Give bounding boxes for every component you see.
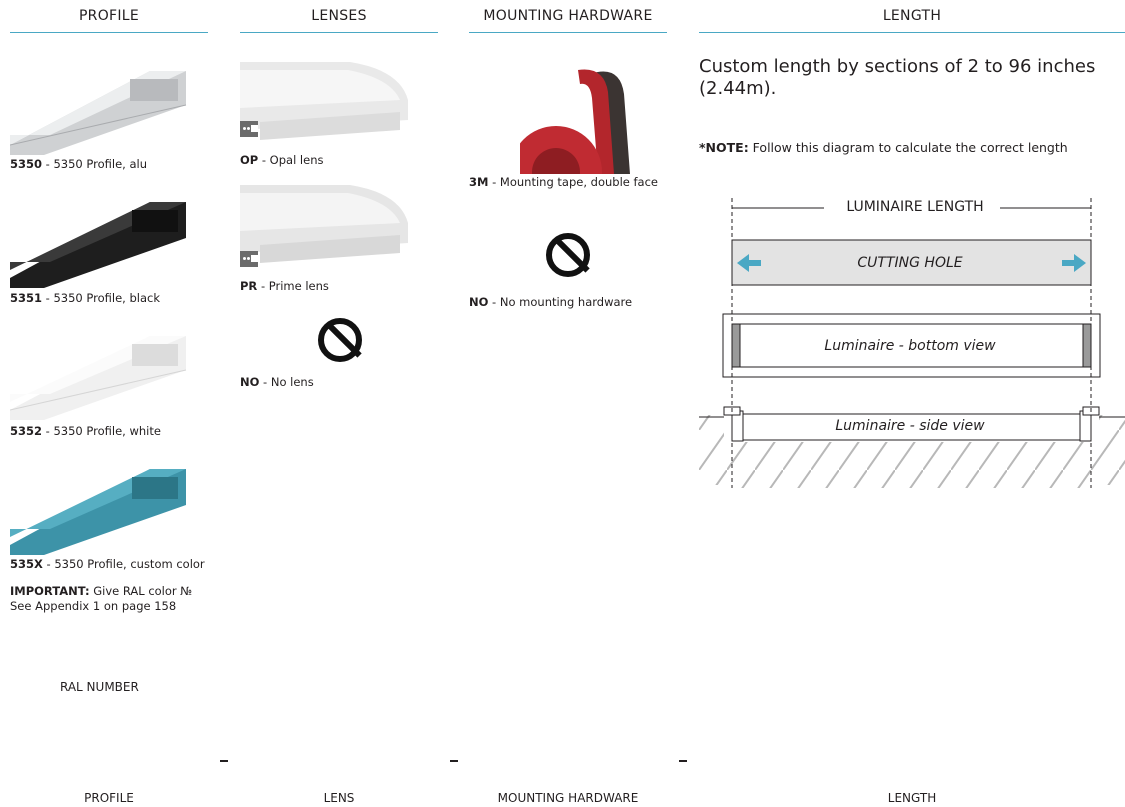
ral-number-label: RAL NUMBER [60,680,139,694]
mounting-tape-desc: - Mounting tape, double face [488,175,658,189]
length-description: Custom length by sections of 2 to 96 inc… [699,56,1096,99]
important-label: IMPORTANT: [10,584,90,598]
opal-lens-caption: OP - Opal lens [240,153,323,167]
cutting-hole-label: CUTTING HOLE [857,255,963,271]
profile-custom-caption: 535X - 5350 Profile, custom color [10,557,205,571]
important-note: IMPORTANT: Give RAL color № [10,584,192,598]
footer-lens-label: LENS [323,791,355,805]
important-text: Give RAL color № [89,584,193,598]
bottom-view-endcap-left [731,323,741,368]
side-view-label: Luminaire - side view [835,418,985,434]
profile-black-image [10,202,186,288]
profile-black-code: 5351 [10,291,43,305]
no-mounting-prohibited-icon [546,233,590,277]
separator-dash-2 [450,760,458,762]
profile-custom-desc: - 5350 Profile, custom color [42,557,205,571]
length-note-text: Follow this diagram to calculate the cor… [748,140,1068,155]
no-lens-caption: NO - No lens [240,375,314,389]
no-lens-code: NO [240,375,260,389]
length-column-title: LENGTH [882,8,942,24]
important-appendix: See Appendix 1 on page 158 [10,599,177,613]
profile-custom-color-image [10,469,186,555]
profile-alu-desc: - 5350 Profile, alu [42,157,147,171]
prime-lens-caption: PR - Prime lens [240,279,329,293]
profile-alu-image [10,71,187,155]
profile-custom-code: 535X [10,557,43,571]
profile-white-code: 5352 [10,424,43,438]
mounting-tape-image [520,69,630,174]
prime-lens-desc: - Prime lens [257,279,329,293]
no-mounting-caption: NO - No mounting hardware [469,295,632,309]
profile-alu-code: 5350 [10,157,43,171]
mounting-column-title: MOUNTING HARDWARE [483,8,653,24]
profile-black-desc: - 5350 Profile, black [42,291,160,305]
bottom-view-endcap-right [1082,323,1092,368]
lenses-column-title: LENSES [311,8,367,24]
footer-mounting-label: MOUNTING HARDWARE [497,791,639,805]
no-mounting-desc: - No mounting hardware [488,295,633,309]
mounting-column-rule [469,32,667,33]
bottom-view-label: Luminaire - bottom view [824,338,996,354]
separator-dash-3 [679,760,687,762]
opal-lens-code: OP [240,153,259,167]
profile-white-image [10,336,187,420]
profile-column-title: PROFILE [78,8,140,24]
mounting-tape-code: 3M [469,175,489,189]
mounting-tape-caption: 3M - Mounting tape, double face [469,175,658,189]
footer-length-label: LENGTH [887,791,937,805]
prime-lens-image [240,185,408,263]
no-mounting-code: NO [469,295,489,309]
opal-lens-tag-icon [240,121,258,137]
luminaire-length-label: LUMINAIRE LENGTH [830,199,1000,215]
separator-dash-1 [220,760,228,762]
no-lens-desc: - No lens [259,375,314,389]
ceiling-hatch-inner [732,442,1091,488]
lenses-column-rule [240,32,438,33]
footer-profile-label: PROFILE [84,791,134,805]
profile-white-caption: 5352 - 5350 Profile, white [10,424,161,438]
opal-lens-image [240,62,408,140]
profile-column-rule [10,32,208,33]
opal-lens-desc: - Opal lens [258,153,324,167]
length-column-rule [699,32,1125,33]
profile-alu-caption: 5350 - 5350 Profile, alu [10,157,147,171]
prime-lens-code: PR [240,279,258,293]
prime-lens-tag-icon [240,251,258,267]
length-note: *NOTE: Follow this diagram to calculate … [699,140,1068,155]
profile-white-desc: - 5350 Profile, white [42,424,161,438]
length-note-label: *NOTE: [699,140,749,155]
no-lens-prohibited-icon [318,318,362,362]
profile-black-caption: 5351 - 5350 Profile, black [10,291,160,305]
